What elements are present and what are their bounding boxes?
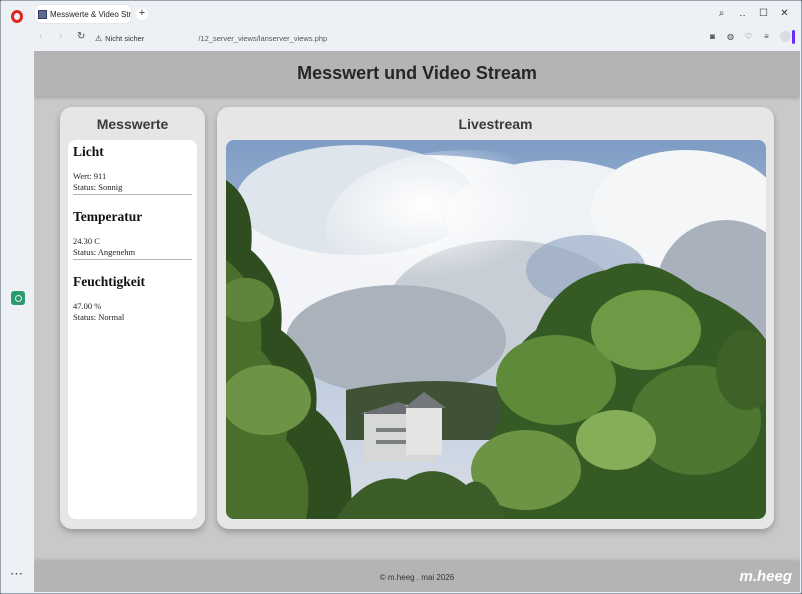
- measures-title: Messwerte: [96, 116, 169, 132]
- new-tab-button[interactable]: +: [136, 8, 148, 20]
- shield-icon[interactable]: ◍: [726, 32, 735, 41]
- page-footer: © m.heeg . mai 2026 m.heeg: [34, 562, 800, 592]
- easy-setup-icon[interactable]: ≡: [762, 32, 771, 41]
- tab-favicon-icon: [38, 9, 47, 19]
- security-label: Nicht sicher: [105, 33, 145, 43]
- measures-card: Messwerte Licht Wert: 911 Status: Sonnig…: [60, 107, 205, 529]
- address-bar[interactable]: ⚠ Nicht sicher /12_server_views/lanserve…: [95, 29, 685, 47]
- footer-brand: m.heeg: [739, 568, 792, 585]
- toolbar-icons: ◙ ◍ ♡ ≡: [708, 31, 791, 42]
- footer-copyright: © m.heeg . mai 2026: [379, 573, 455, 582]
- camera-icon[interactable]: ◙: [708, 32, 717, 41]
- window-controls: ⌕ ‥ ☐ ✕: [711, 7, 795, 21]
- measure-value: 24.30 C: [73, 236, 100, 246]
- sidebar-more-icon[interactable]: ⋯: [10, 567, 23, 580]
- stream-card: Livestream: [217, 107, 774, 529]
- tab-messwerte[interactable]: Messwerte & Video Stream: [35, 5, 131, 23]
- page-title: Messwert und Video Stream: [297, 63, 537, 83]
- web-page: Messwert und Video Stream Messwerte Lich…: [34, 51, 800, 592]
- whatsapp-icon[interactable]: [11, 291, 25, 305]
- measure-value: Wert: 911: [73, 171, 107, 181]
- tab-search-icon[interactable]: ⌕: [711, 7, 732, 21]
- stream-title: Livestream: [458, 116, 533, 132]
- measure-name: Feuchtigkeit: [73, 274, 145, 289]
- minimize-button[interactable]: ‥: [732, 7, 753, 21]
- measure-value: 47.00 %: [73, 301, 102, 311]
- profile-avatar[interactable]: [780, 31, 791, 42]
- heart-icon[interactable]: ♡: [744, 32, 753, 41]
- measure-name: Licht: [73, 144, 104, 159]
- maximize-button[interactable]: ☐: [753, 7, 774, 21]
- navigation-bar: ‹ › ↻ ⚠ Nicht sicher /12_server_views/la…: [33, 27, 801, 49]
- measure-status: Status: Angenehm: [73, 246, 136, 257]
- measure-name: Temperatur: [73, 209, 143, 224]
- reload-icon[interactable]: ↻: [77, 31, 85, 43]
- measure-humidity: Feuchtigkeit 47.00 % Status: Normal: [73, 274, 192, 324]
- tab-title: Messwerte & Video Stream: [50, 9, 131, 19]
- close-button[interactable]: ✕: [774, 7, 795, 21]
- livestream-video[interactable]: [226, 140, 766, 519]
- opera-sidebar: ⋯: [1, 1, 33, 593]
- measure-status: Status: Normal: [73, 311, 125, 322]
- tab-strip: Messwerte & Video Stream + ⌕ ‥ ☐ ✕: [33, 1, 801, 27]
- measure-temperature: Temperatur 24.30 C Status: Angenehm: [73, 209, 192, 260]
- browser-window: ⋯ Messwerte & Video Stream + ⌕ ‥ ☐ ✕ ‹ ›…: [0, 0, 802, 594]
- measure-light: Licht Wert: 911 Status: Sonnig: [73, 144, 192, 195]
- page-header: Messwert und Video Stream: [34, 51, 800, 96]
- aria-sidebar-handle[interactable]: [792, 30, 795, 44]
- forward-icon[interactable]: ›: [59, 31, 62, 43]
- warning-icon: ⚠: [95, 33, 103, 43]
- opera-logo-icon[interactable]: [11, 10, 23, 23]
- url-text[interactable]: /12_server_views/lanserver_views.php: [198, 34, 327, 43]
- livestream-frame: [226, 140, 766, 519]
- measure-status: Status: Sonnig: [73, 181, 123, 192]
- measures-list: Licht Wert: 911 Status: Sonnig Temperatu…: [68, 140, 197, 519]
- back-icon[interactable]: ‹: [39, 31, 42, 43]
